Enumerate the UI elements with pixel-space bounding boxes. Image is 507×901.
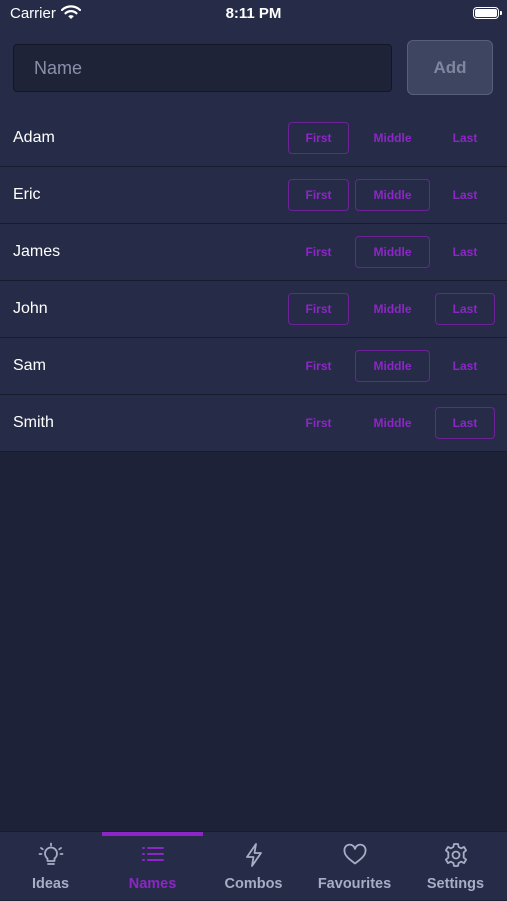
tab-label: Favourites — [317, 876, 392, 892]
status-bar: Carrier 8:11 PM — [0, 0, 507, 28]
gear-icon — [445, 843, 467, 867]
tab-settings[interactable]: Settings — [405, 832, 506, 901]
middle-toggle[interactable]: Middle — [355, 122, 430, 154]
list-icon — [142, 847, 164, 861]
add-button[interactable]: Add — [407, 40, 493, 95]
last-toggle[interactable]: Last — [435, 236, 495, 268]
name-label: James — [13, 243, 61, 260]
list-item: James First Middle Last — [0, 224, 507, 281]
middle-toggle[interactable]: Middle — [355, 293, 430, 325]
names-list: Adam First Middle Last Eric First Middle… — [0, 110, 507, 452]
middle-toggle[interactable]: Middle — [355, 350, 430, 382]
name-label: Adam — [13, 129, 55, 146]
list-item: Eric First Middle Last — [0, 167, 507, 224]
name-input[interactable] — [13, 44, 392, 92]
lightbulb-icon — [38, 842, 64, 865]
tab-label: Ideas — [31, 876, 70, 892]
last-toggle[interactable]: Last — [435, 179, 495, 211]
add-name-bar: Add — [0, 28, 507, 110]
name-label: Eric — [13, 186, 41, 203]
list-item: John First Middle Last — [0, 281, 507, 338]
tab-favourites[interactable]: Favourites — [304, 832, 405, 901]
first-toggle[interactable]: First — [288, 407, 349, 439]
first-toggle[interactable]: First — [288, 293, 349, 325]
first-toggle[interactable]: First — [288, 236, 349, 268]
last-toggle[interactable]: Last — [435, 122, 495, 154]
list-item: Smith First Middle Last — [0, 395, 507, 452]
last-toggle[interactable]: Last — [435, 350, 495, 382]
last-toggle[interactable]: Last — [435, 407, 495, 439]
name-label: John — [13, 300, 48, 317]
name-label: Sam — [13, 357, 46, 374]
first-toggle[interactable]: First — [288, 122, 349, 154]
tab-ideas[interactable]: Ideas — [0, 832, 101, 901]
list-item: Sam First Middle Last — [0, 338, 507, 395]
first-toggle[interactable]: First — [288, 179, 349, 211]
middle-toggle[interactable]: Middle — [355, 407, 430, 439]
tab-label: Names — [128, 876, 177, 892]
tab-label: Combos — [224, 876, 283, 892]
heart-icon — [343, 843, 367, 865]
tab-combos[interactable]: Combos — [203, 832, 304, 901]
tab-names[interactable]: Names — [102, 832, 203, 901]
name-label: Smith — [13, 414, 54, 431]
list-item: Adam First Middle Last — [0, 110, 507, 167]
battery-icon — [473, 7, 502, 19]
clock: 8:11 PM — [225, 5, 282, 22]
first-toggle[interactable]: First — [288, 350, 349, 382]
lightning-icon — [246, 843, 262, 867]
middle-toggle[interactable]: Middle — [355, 179, 430, 211]
tab-bar: Ideas Names Combos Favourites Settings — [0, 831, 507, 900]
last-toggle[interactable]: Last — [435, 293, 495, 325]
tab-label: Settings — [426, 876, 485, 892]
middle-toggle[interactable]: Middle — [355, 236, 430, 268]
